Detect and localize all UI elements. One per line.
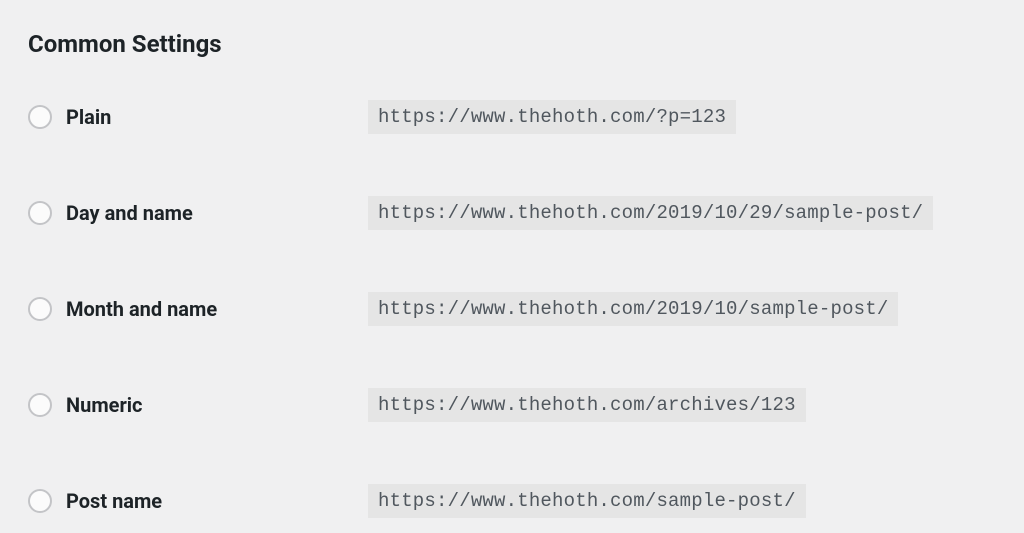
radio-numeric[interactable]: [28, 393, 52, 417]
option-label-post-name[interactable]: Post name: [66, 489, 162, 513]
option-example-day-name: https://www.thehoth.com/2019/10/29/sampl…: [368, 196, 933, 230]
option-example-month-name: https://www.thehoth.com/2019/10/sample-p…: [368, 292, 898, 326]
option-row-post-name: Post name https://www.thehoth.com/sample…: [28, 484, 996, 518]
option-row-plain: Plain https://www.thehoth.com/?p=123: [28, 100, 996, 134]
radio-plain[interactable]: [28, 105, 52, 129]
option-example-plain: https://www.thehoth.com/?p=123: [368, 100, 736, 134]
option-control: Month and name: [28, 297, 368, 321]
section-title: Common Settings: [28, 30, 996, 58]
option-label-plain[interactable]: Plain: [66, 105, 111, 129]
option-label-numeric[interactable]: Numeric: [66, 393, 142, 417]
option-row-month-name: Month and name https://www.thehoth.com/2…: [28, 292, 996, 326]
radio-month-name[interactable]: [28, 297, 52, 321]
radio-post-name[interactable]: [28, 489, 52, 513]
radio-day-name[interactable]: [28, 201, 52, 225]
permalink-options: Plain https://www.thehoth.com/?p=123 Day…: [28, 100, 996, 518]
option-example-post-name: https://www.thehoth.com/sample-post/: [368, 484, 806, 518]
option-control: Post name: [28, 489, 368, 513]
option-row-numeric: Numeric https://www.thehoth.com/archives…: [28, 388, 996, 422]
option-control: Numeric: [28, 393, 368, 417]
option-row-day-name: Day and name https://www.thehoth.com/201…: [28, 196, 996, 230]
option-control: Day and name: [28, 201, 368, 225]
option-label-day-name[interactable]: Day and name: [66, 201, 193, 225]
option-control: Plain: [28, 105, 368, 129]
option-example-numeric: https://www.thehoth.com/archives/123: [368, 388, 806, 422]
option-label-month-name[interactable]: Month and name: [66, 297, 217, 321]
